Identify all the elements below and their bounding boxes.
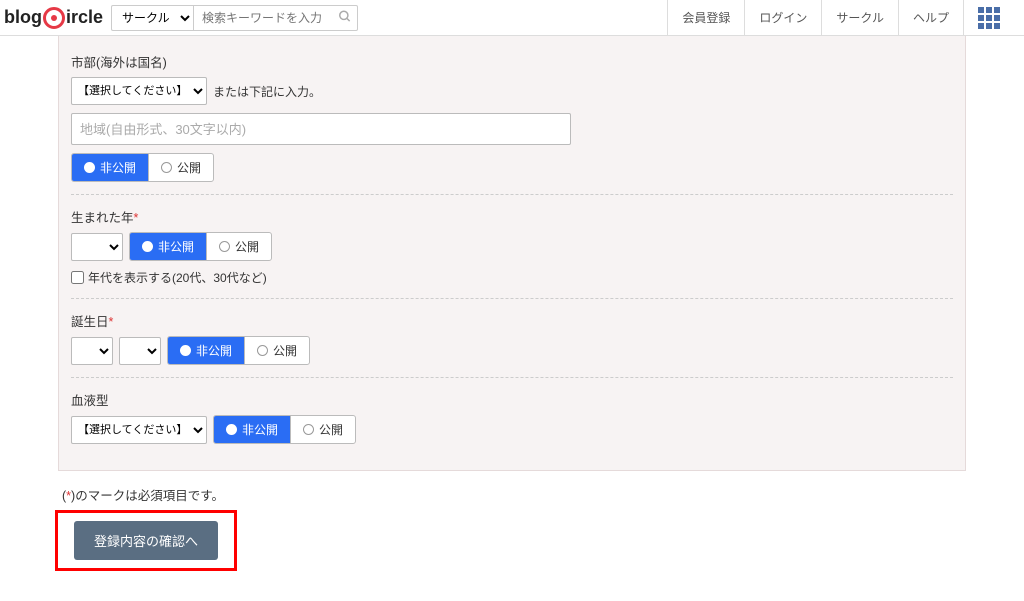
search-icon[interactable] (338, 9, 352, 26)
required-footnote: (*)のマークは必須項目です。 (62, 485, 966, 504)
search-category-select[interactable]: サークル (111, 5, 193, 31)
field-blood-type: 血液型 【選択してください】 非公開 公開 (71, 377, 953, 456)
show-age-decade-label: 年代を表示する(20代、30代など) (88, 269, 267, 286)
city-or-text: または下記に入力。 (213, 83, 321, 100)
birthday-day-select[interactable] (119, 337, 161, 365)
radio-dot-icon (303, 424, 314, 435)
site-logo[interactable]: blog ircle (4, 7, 103, 29)
city-free-input[interactable] (71, 113, 571, 145)
logo-text-ircle: ircle (66, 7, 103, 28)
logo-text-blog: blog (4, 7, 42, 28)
birth-year-select[interactable] (71, 233, 123, 261)
show-age-decade-checkbox[interactable] (71, 271, 84, 284)
field-city: 市部(海外は国名) 【選択してください】 または下記に入力。 非公開 公開 (71, 46, 953, 194)
radio-dot-icon (161, 162, 172, 173)
radio-dot-icon (257, 345, 268, 356)
nav-register[interactable]: 会員登録 (667, 0, 744, 36)
blood-privacy-private[interactable]: 非公開 (214, 416, 291, 443)
field-birth-year: 生まれた年* 非公開 公開 年代を表示する(20代、30代など) (71, 194, 953, 298)
submit-highlight-box: 登録内容の確認へ (55, 510, 237, 571)
city-privacy-toggle: 非公開 公開 (71, 153, 214, 182)
label-city: 市部(海外は国名) (71, 52, 953, 71)
field-birthday: 誕生日* 非公開 公開 (71, 298, 953, 377)
birth-year-privacy-toggle: 非公開 公開 (129, 232, 272, 261)
label-birthday: 誕生日* (71, 311, 953, 330)
search-input[interactable] (193, 5, 358, 31)
logo-circle-icon (43, 7, 65, 29)
apps-grid-icon[interactable] (963, 0, 1014, 36)
birthday-month-select[interactable] (71, 337, 113, 365)
birth-year-privacy-private[interactable]: 非公開 (130, 233, 207, 260)
blood-privacy-public[interactable]: 公開 (291, 416, 355, 443)
label-birth-year: 生まれた年* (71, 207, 953, 226)
birthday-privacy-private[interactable]: 非公開 (168, 337, 245, 364)
birthday-privacy-public[interactable]: 公開 (245, 337, 309, 364)
city-privacy-private[interactable]: 非公開 (72, 154, 149, 181)
city-select[interactable]: 【選択してください】 (71, 77, 207, 105)
submit-button[interactable]: 登録内容の確認へ (74, 521, 218, 560)
blood-privacy-toggle: 非公開 公開 (213, 415, 356, 444)
nav-login[interactable]: ログイン (744, 0, 821, 36)
city-privacy-public[interactable]: 公開 (149, 154, 213, 181)
nav-help[interactable]: ヘルプ (898, 0, 963, 36)
radio-dot-icon (84, 162, 95, 173)
label-blood-type: 血液型 (71, 390, 953, 409)
blood-type-select[interactable]: 【選択してください】 (71, 416, 207, 444)
birthday-privacy-toggle: 非公開 公開 (167, 336, 310, 365)
birth-year-privacy-public[interactable]: 公開 (207, 233, 271, 260)
nav-circle[interactable]: サークル (821, 0, 898, 36)
radio-dot-icon (142, 241, 153, 252)
radio-dot-icon (226, 424, 237, 435)
radio-dot-icon (219, 241, 230, 252)
radio-dot-icon (180, 345, 191, 356)
